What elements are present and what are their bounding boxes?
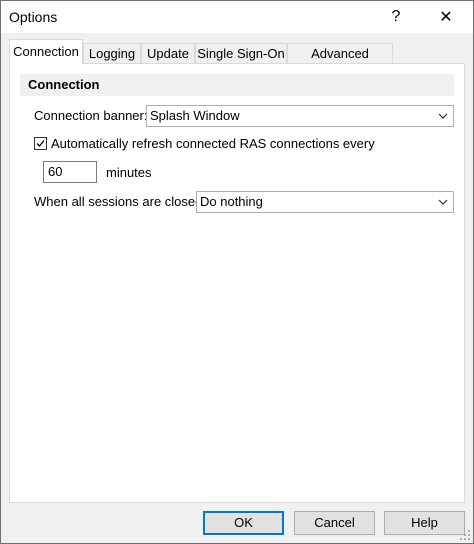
tab-single-sign-on[interactable]: Single Sign-On bbox=[195, 43, 287, 63]
refresh-minutes-input[interactable]: 60 bbox=[43, 161, 97, 183]
auto-refresh-label[interactable]: Automatically refresh connected RAS conn… bbox=[51, 136, 375, 151]
tab-strip: Connection Logging Update Single Sign-On… bbox=[9, 39, 469, 81]
sessions-closed-dropdown[interactable]: Do nothing bbox=[196, 191, 454, 213]
help-button[interactable]: Help bbox=[384, 511, 465, 535]
close-icon: ✕ bbox=[439, 9, 453, 26]
checkmark-icon bbox=[36, 140, 45, 147]
cancel-button[interactable]: Cancel bbox=[294, 511, 375, 535]
sessions-closed-value: Do nothing bbox=[200, 194, 263, 209]
options-dialog: Options ? ✕ Connection Logging Update Si… bbox=[0, 0, 474, 544]
connection-banner-dropdown[interactable]: Splash Window bbox=[146, 105, 454, 127]
sessions-closed-label: When all sessions are closed: bbox=[34, 194, 206, 209]
chevron-down-icon bbox=[437, 106, 449, 126]
connection-banner-value: Splash Window bbox=[150, 108, 240, 123]
auto-refresh-checkbox[interactable] bbox=[34, 137, 47, 150]
ok-button[interactable]: OK bbox=[203, 511, 284, 535]
tab-update[interactable]: Update bbox=[141, 43, 195, 63]
close-title-button[interactable]: ✕ bbox=[423, 1, 469, 33]
section-title: Connection bbox=[20, 74, 454, 96]
minutes-label: minutes bbox=[106, 165, 152, 180]
tab-advanced-settings[interactable]: Advanced settings bbox=[287, 43, 393, 81]
connection-tab-panel: Connection Connection banner: Splash Win… bbox=[9, 63, 465, 503]
title-bar: Options ? ✕ bbox=[1, 1, 473, 33]
tab-logging[interactable]: Logging bbox=[83, 43, 141, 63]
connection-banner-label: Connection banner: bbox=[34, 108, 148, 123]
help-title-button[interactable]: ? bbox=[373, 1, 419, 33]
chevron-down-icon bbox=[437, 192, 449, 212]
window-title: Options bbox=[9, 9, 58, 25]
tab-connection[interactable]: Connection bbox=[9, 39, 83, 64]
help-icon: ? bbox=[391, 8, 401, 25]
resize-grip-icon[interactable] bbox=[459, 529, 471, 541]
